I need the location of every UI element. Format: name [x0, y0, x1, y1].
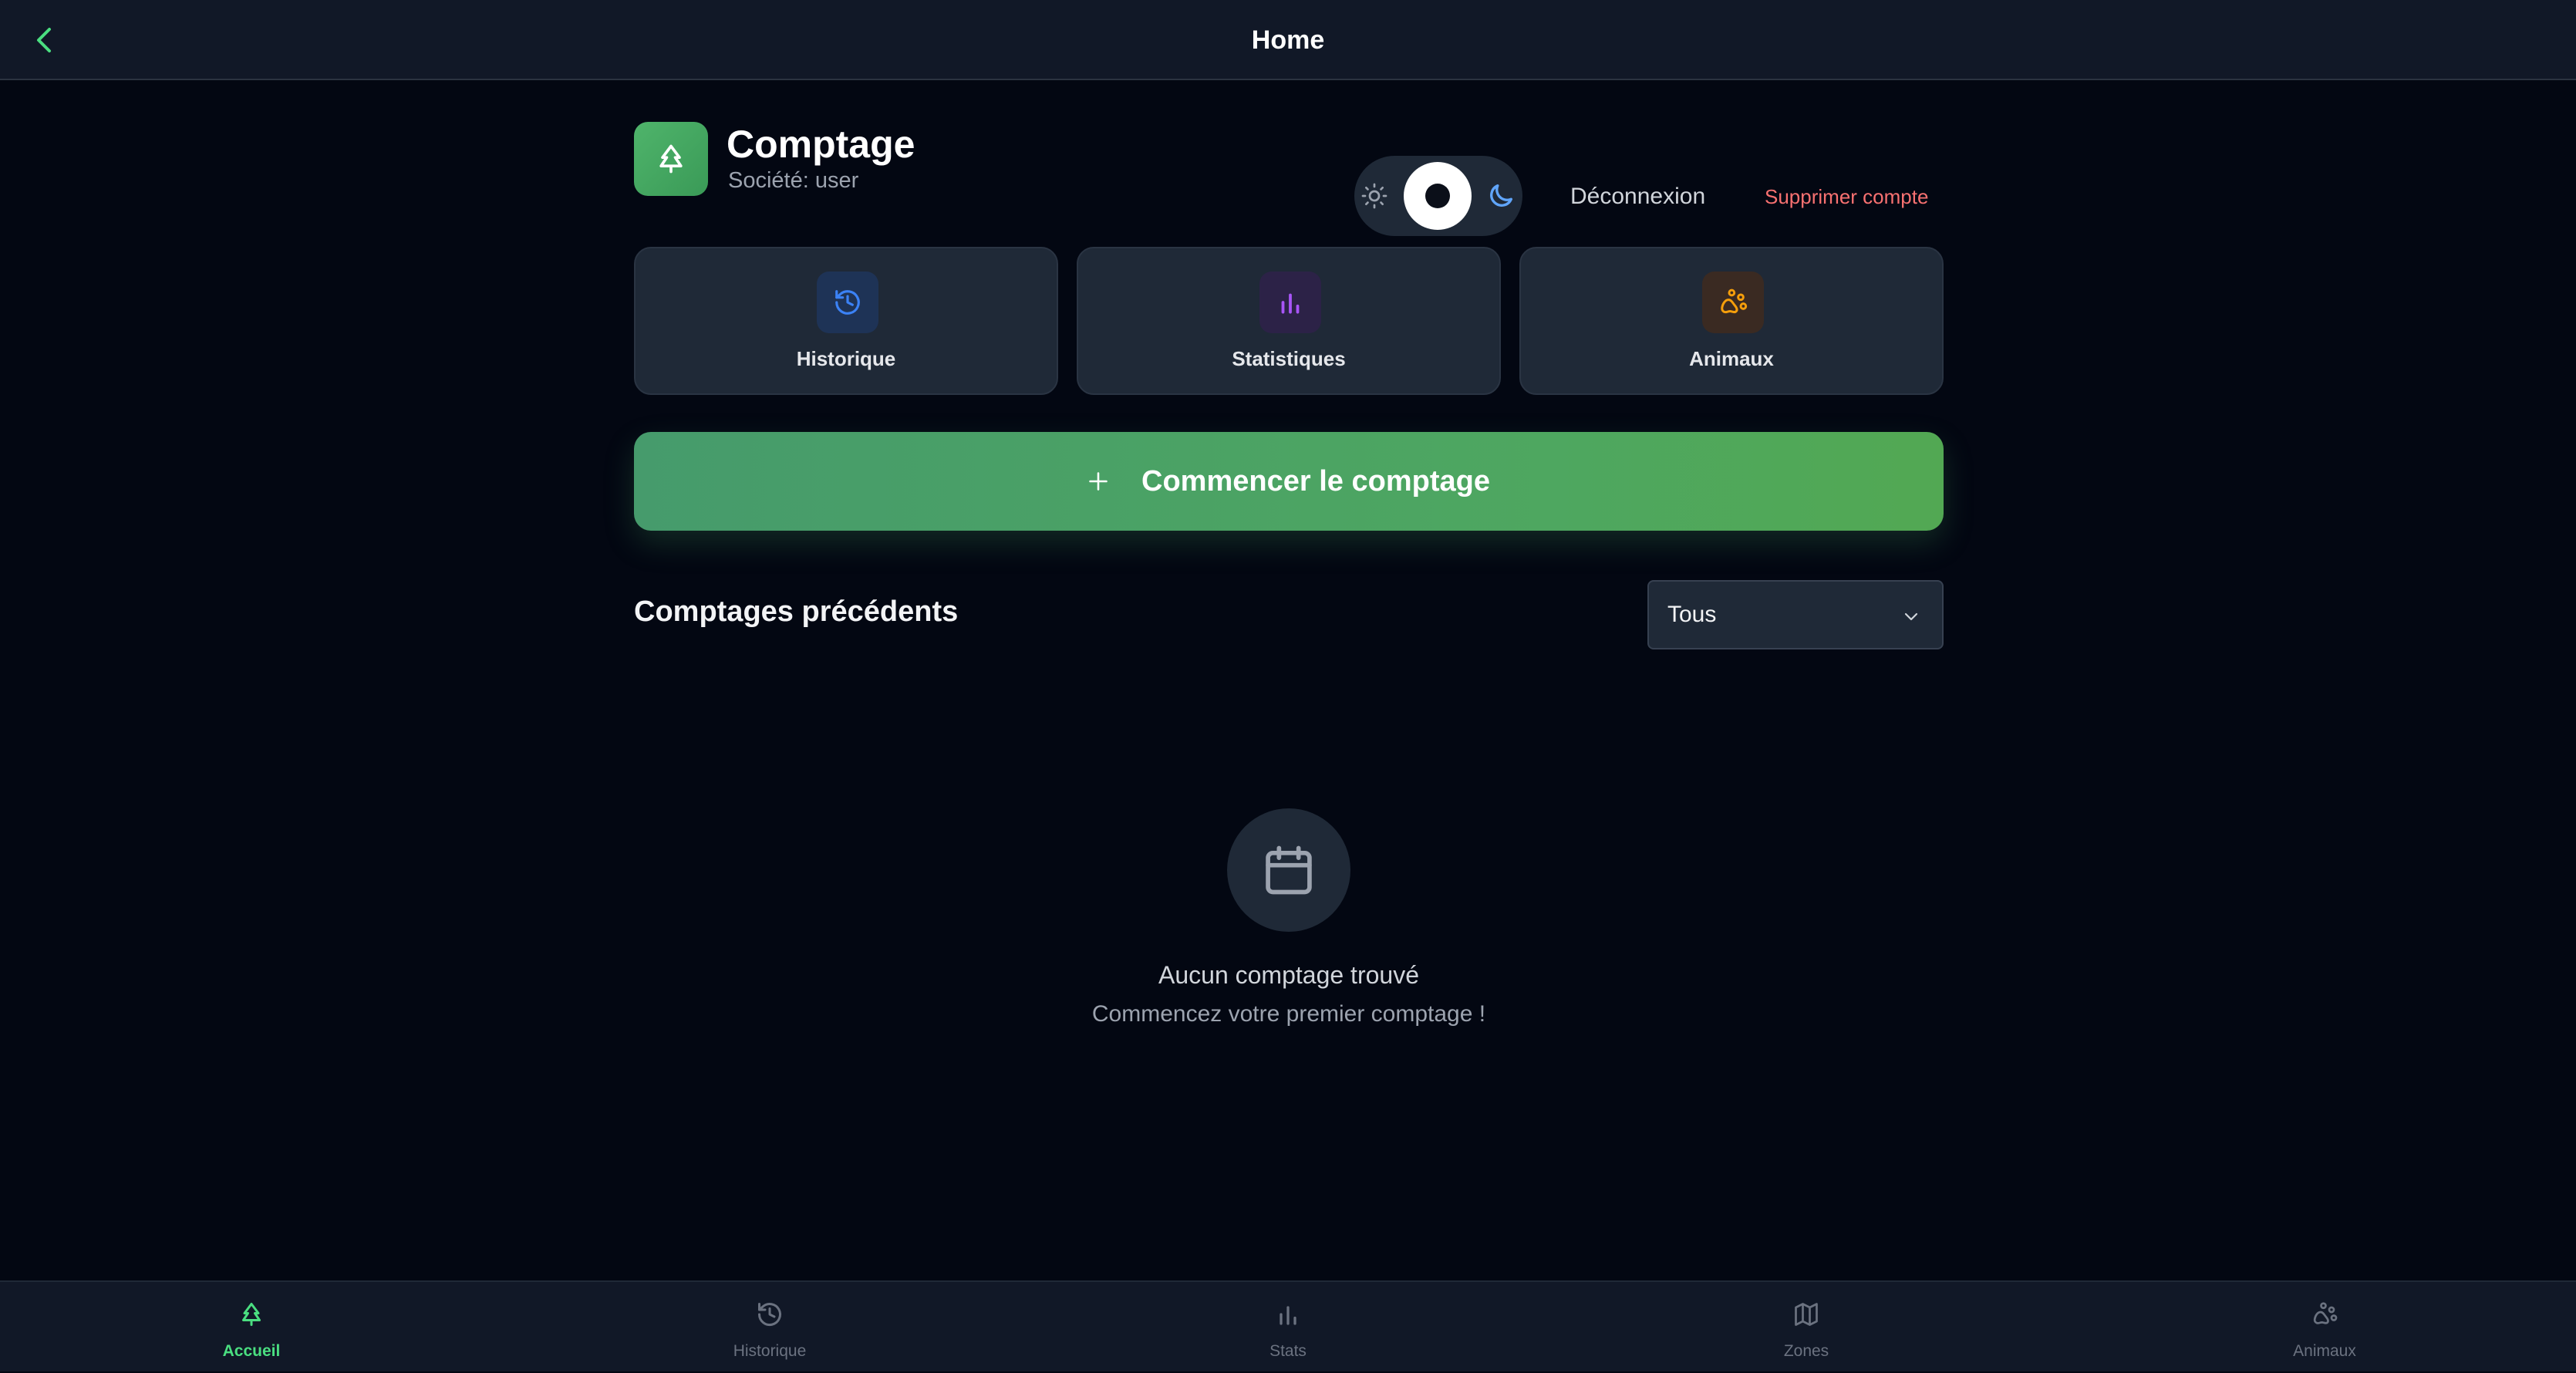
- map-icon: [1795, 1303, 1818, 1326]
- quick-access-cards: Historique Statistiques Animaux: [634, 247, 1944, 395]
- section-title: Comptages précédents: [634, 595, 959, 628]
- card-statistiques[interactable]: Statistiques: [1077, 247, 1501, 395]
- bottom-nav: Accueil Historique Stats Zones Animaux: [0, 1280, 2576, 1371]
- nav-label: Zones: [1783, 1342, 1829, 1360]
- nav-item-stats[interactable]: Stats: [1203, 1282, 1373, 1373]
- page-title: Home: [1251, 25, 1325, 55]
- sun-icon: [1361, 183, 1387, 209]
- card-icon-box: [1259, 272, 1321, 333]
- app-header: Comptage Société: user Déconnexion Suppr…: [634, 119, 1944, 236]
- card-label: Statistiques: [1232, 347, 1346, 370]
- calendar-icon: [1266, 845, 1312, 895]
- toggle-knob: [1404, 162, 1472, 230]
- nav-item-animaux[interactable]: Animaux: [2240, 1282, 2409, 1373]
- delete-account-button[interactable]: Supprimer compte: [1765, 185, 1928, 209]
- filter-value: Tous: [1667, 602, 1717, 627]
- company-label: Société: user: [728, 168, 859, 193]
- logout-button[interactable]: Déconnexion: [1570, 184, 1705, 210]
- nav-item-historique[interactable]: Historique: [685, 1282, 855, 1373]
- card-historique[interactable]: Historique: [634, 247, 1058, 395]
- card-label: Historique: [796, 347, 896, 370]
- paw-icon: [2313, 1302, 2338, 1324]
- nav-label: Historique: [733, 1342, 807, 1360]
- tree-icon: [659, 144, 683, 174]
- top-bar: Home: [0, 0, 2576, 80]
- chevron-down-icon: [1904, 612, 1918, 621]
- app-logo: [634, 122, 708, 196]
- history-icon: [835, 290, 860, 315]
- bar-chart-icon: [1281, 293, 1300, 314]
- nav-item-accueil[interactable]: Accueil: [167, 1282, 336, 1373]
- card-animaux[interactable]: Animaux: [1519, 247, 1944, 395]
- history-icon: [758, 1303, 781, 1327]
- filter-select[interactable]: Tous: [1647, 580, 1944, 649]
- paw-icon: [1721, 288, 1748, 314]
- theme-toggle[interactable]: [1354, 156, 1522, 236]
- start-counting-label: Commencer le comptage: [1141, 464, 1490, 498]
- nav-label: Animaux: [2293, 1342, 2356, 1360]
- start-counting-button[interactable]: Commencer le comptage: [634, 432, 1944, 531]
- empty-state-icon-circle: [1227, 808, 1350, 932]
- bar-chart-icon: [1280, 1306, 1296, 1325]
- nav-label: Stats: [1269, 1342, 1307, 1360]
- nav-item-zones[interactable]: Zones: [1721, 1282, 1891, 1373]
- moon-icon: [1490, 184, 1512, 207]
- app-title: Comptage: [727, 123, 915, 166]
- plus-icon: [1089, 472, 1108, 491]
- tree-icon: [242, 1303, 261, 1326]
- card-icon-box: [1702, 272, 1764, 333]
- card-icon-box: [817, 272, 878, 333]
- empty-state-title: Aucun comptage trouvé: [1158, 961, 1419, 989]
- card-label: Animaux: [1689, 347, 1774, 370]
- empty-state-subtitle: Commencez votre premier comptage !: [1091, 1001, 1486, 1027]
- nav-label: Accueil: [222, 1342, 281, 1360]
